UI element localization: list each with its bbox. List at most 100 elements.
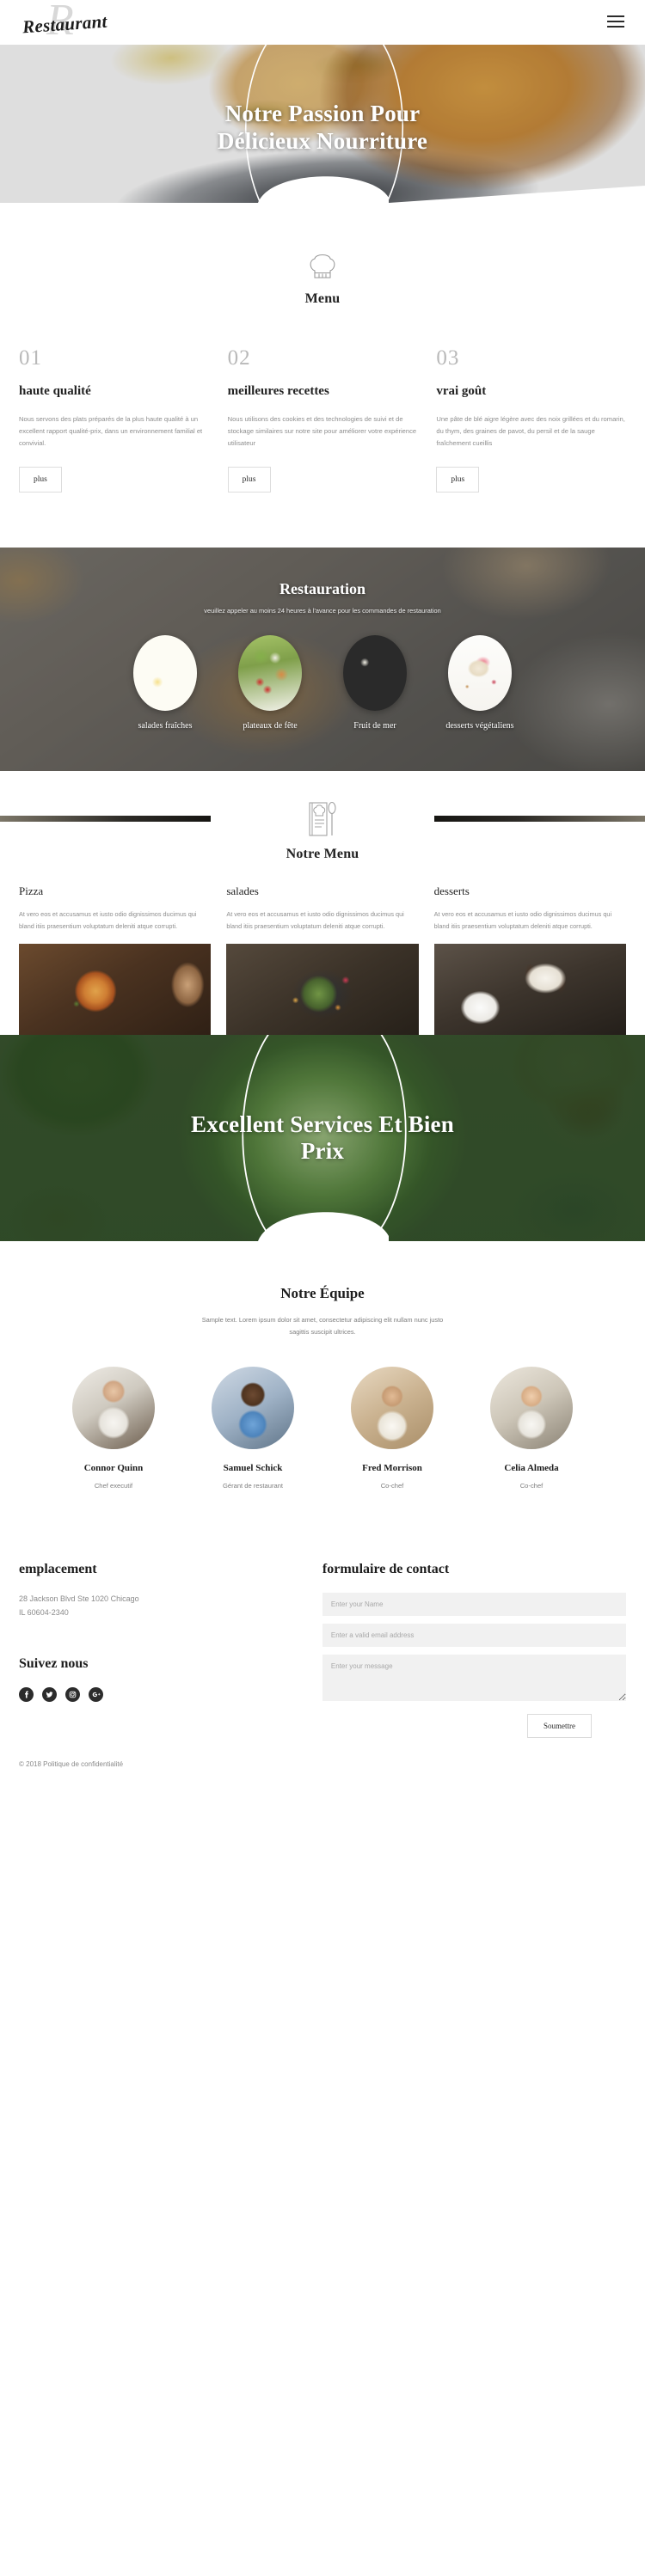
footer-location-block: emplacement 28 Jackson Blvd Ste 1020 Chi… bbox=[19, 1562, 300, 1738]
catering-item-label: Fruit de mer bbox=[353, 721, 396, 731]
member-role: Co-chef bbox=[519, 1482, 544, 1490]
hero-title: Notre Passion Pour Délicieux Nourriture bbox=[217, 101, 428, 154]
team-subtitle: Sample text. Lorem ipsum dolor sit amet,… bbox=[201, 1316, 444, 1336]
notre-menu-section: Notre Menu Pizza At vero eos et accusamu… bbox=[0, 771, 645, 1036]
catering-section: Restauration veuillez appeler au moins 2… bbox=[0, 548, 645, 772]
follow-title: Suivez nous bbox=[19, 1655, 89, 1671]
address-line-1: 28 Jackson Blvd Ste 1020 Chicago bbox=[19, 1594, 139, 1604]
member-name: Fred Morrison bbox=[362, 1463, 422, 1474]
avatar bbox=[351, 1367, 433, 1450]
catering-items: salades fraîches plateaux de fête Fruit … bbox=[0, 635, 645, 732]
menu-column-heading: Pizza bbox=[19, 884, 44, 898]
feature-number: 03 bbox=[436, 346, 460, 370]
feature-heading: meilleures recettes bbox=[227, 384, 329, 398]
menu-column-heading: desserts bbox=[433, 884, 470, 898]
team-member: Samuel Schick Gérant de restaurant bbox=[193, 1367, 313, 1490]
catering-item[interactable]: salades fraîches bbox=[123, 635, 207, 732]
catering-item[interactable]: plateaux de fête bbox=[228, 635, 312, 732]
avatar bbox=[212, 1367, 294, 1450]
feature-card: 03 vrai goût Une pâte de blé aigre légèr… bbox=[436, 346, 626, 493]
site-header: R Restaurant bbox=[0, 0, 645, 45]
twitter-icon[interactable] bbox=[42, 1686, 57, 1702]
party-platter-photo bbox=[238, 635, 302, 712]
member-role: Gérant de restaurant bbox=[222, 1482, 284, 1490]
vegan-dessert-photo bbox=[448, 635, 512, 712]
contact-form-title: formulaire de contact bbox=[322, 1562, 450, 1577]
hamburger-bar bbox=[607, 26, 624, 28]
menu-column-text: At vero eos et accusamus et iusto odio d… bbox=[226, 910, 404, 930]
hero-banner-primary: Notre Passion Pour Délicieux Nourriture bbox=[0, 36, 645, 212]
email-field[interactable] bbox=[322, 1624, 626, 1648]
menu-column: Pizza At vero eos et accusamus et iusto … bbox=[19, 884, 212, 1036]
instagram-icon[interactable] bbox=[65, 1686, 80, 1702]
avatar bbox=[72, 1367, 155, 1450]
salad-bowl-photo bbox=[226, 944, 419, 1036]
chef-hat-icon bbox=[310, 254, 335, 278]
feature-heading: haute qualité bbox=[19, 384, 91, 398]
team-member: Connor Quinn Chef executif bbox=[53, 1367, 174, 1490]
team-title: Notre Équipe bbox=[280, 1285, 365, 1302]
submit-button[interactable]: Soumettre bbox=[527, 1714, 592, 1739]
site-footer: emplacement 28 Jackson Blvd Ste 1020 Chi… bbox=[0, 1524, 645, 1761]
catering-title: Restauration bbox=[280, 580, 366, 598]
pizza-photo bbox=[19, 944, 212, 1036]
seafood-photo bbox=[343, 635, 407, 712]
hero-content: Notre Passion Pour Délicieux Nourriture bbox=[0, 36, 645, 212]
hero-banner-secondary: Excellent Services Et Bien Prix bbox=[0, 1035, 645, 1246]
feature-more-button[interactable]: plus bbox=[19, 467, 62, 493]
divider-left bbox=[0, 816, 211, 823]
address: 28 Jackson Blvd Ste 1020 Chicago IL 6060… bbox=[19, 1593, 300, 1620]
menu-columns: Pizza At vero eos et accusamus et iusto … bbox=[0, 862, 645, 1036]
hero-title: Excellent Services Et Bien Prix bbox=[191, 1111, 454, 1164]
avatar bbox=[490, 1367, 573, 1450]
catering-item[interactable]: Fruit de mer bbox=[333, 635, 417, 732]
name-field[interactable] bbox=[322, 1593, 626, 1617]
fresh-salad-photo bbox=[133, 635, 197, 712]
team-member: Fred Morrison Co-chef bbox=[332, 1367, 452, 1490]
menu-column-text: At vero eos et accusamus et iusto odio d… bbox=[19, 910, 197, 930]
catering-subtitle: veuillez appeler au moins 24 heures à l'… bbox=[204, 607, 441, 615]
catering-content: Restauration veuillez appeler au moins 2… bbox=[0, 548, 645, 771]
site-logo[interactable]: R Restaurant bbox=[21, 0, 193, 46]
menu-book-icon bbox=[309, 802, 336, 836]
member-name: Connor Quinn bbox=[83, 1463, 144, 1474]
menu-intro-section: Menu bbox=[0, 212, 645, 322]
feature-more-button[interactable]: plus bbox=[227, 467, 271, 493]
menu-section-title: Menu bbox=[304, 291, 341, 306]
copyright-text[interactable]: © 2018 Politique de confidentialité bbox=[0, 1760, 645, 1785]
catering-item-label: desserts végétaliens bbox=[445, 721, 514, 731]
contact-form-block: formulaire de contact Soumettre bbox=[322, 1562, 626, 1739]
feature-heading: vrai goût bbox=[436, 384, 487, 398]
feature-text: Nous utilisons des cookies et des techno… bbox=[227, 415, 417, 448]
feature-card: 01 haute qualité Nous servons des plats … bbox=[19, 346, 209, 493]
social-links bbox=[19, 1686, 300, 1702]
menu-column: salades At vero eos et accusamus et iust… bbox=[226, 884, 419, 1036]
feature-more-button[interactable]: plus bbox=[436, 467, 480, 493]
hero-content: Excellent Services Et Bien Prix bbox=[0, 1035, 645, 1245]
address-line-2: IL 60604-2340 bbox=[19, 1607, 69, 1617]
menu-column: desserts At vero eos et accusamus et ius… bbox=[433, 884, 626, 1036]
catering-item-label: salades fraîches bbox=[138, 721, 193, 731]
catering-item[interactable]: desserts végétaliens bbox=[438, 635, 522, 732]
menu-column-heading: salades bbox=[226, 884, 259, 898]
logo-text: Restaurant bbox=[22, 10, 108, 38]
feature-text: Une pâte de blé aigre légère avec des no… bbox=[436, 415, 625, 448]
features-section: 01 haute qualité Nous servons des plats … bbox=[0, 322, 645, 548]
message-field[interactable] bbox=[322, 1655, 626, 1702]
feature-card: 02 meilleures recettes Nous utilisons de… bbox=[227, 346, 418, 493]
member-role: Chef executif bbox=[94, 1482, 133, 1490]
member-name: Samuel Schick bbox=[223, 1463, 283, 1474]
feature-number: 01 bbox=[19, 346, 42, 370]
location-title: emplacement bbox=[19, 1562, 97, 1577]
team-section: Notre Équipe Sample text. Lorem ipsum do… bbox=[0, 1245, 645, 1525]
member-role: Co-chef bbox=[380, 1482, 404, 1490]
feature-text: Nous servons des plats préparés de la pl… bbox=[19, 415, 203, 448]
googleplus-icon[interactable] bbox=[89, 1686, 103, 1702]
facebook-icon[interactable] bbox=[19, 1686, 34, 1702]
feature-number: 02 bbox=[227, 346, 251, 370]
team-grid: Connor Quinn Chef executif Samuel Schick… bbox=[0, 1367, 645, 1490]
dessert-photo bbox=[433, 944, 626, 1036]
member-name: Celia Almeda bbox=[504, 1463, 559, 1474]
hamburger-bar bbox=[607, 21, 624, 22]
hamburger-icon[interactable] bbox=[607, 15, 624, 28]
